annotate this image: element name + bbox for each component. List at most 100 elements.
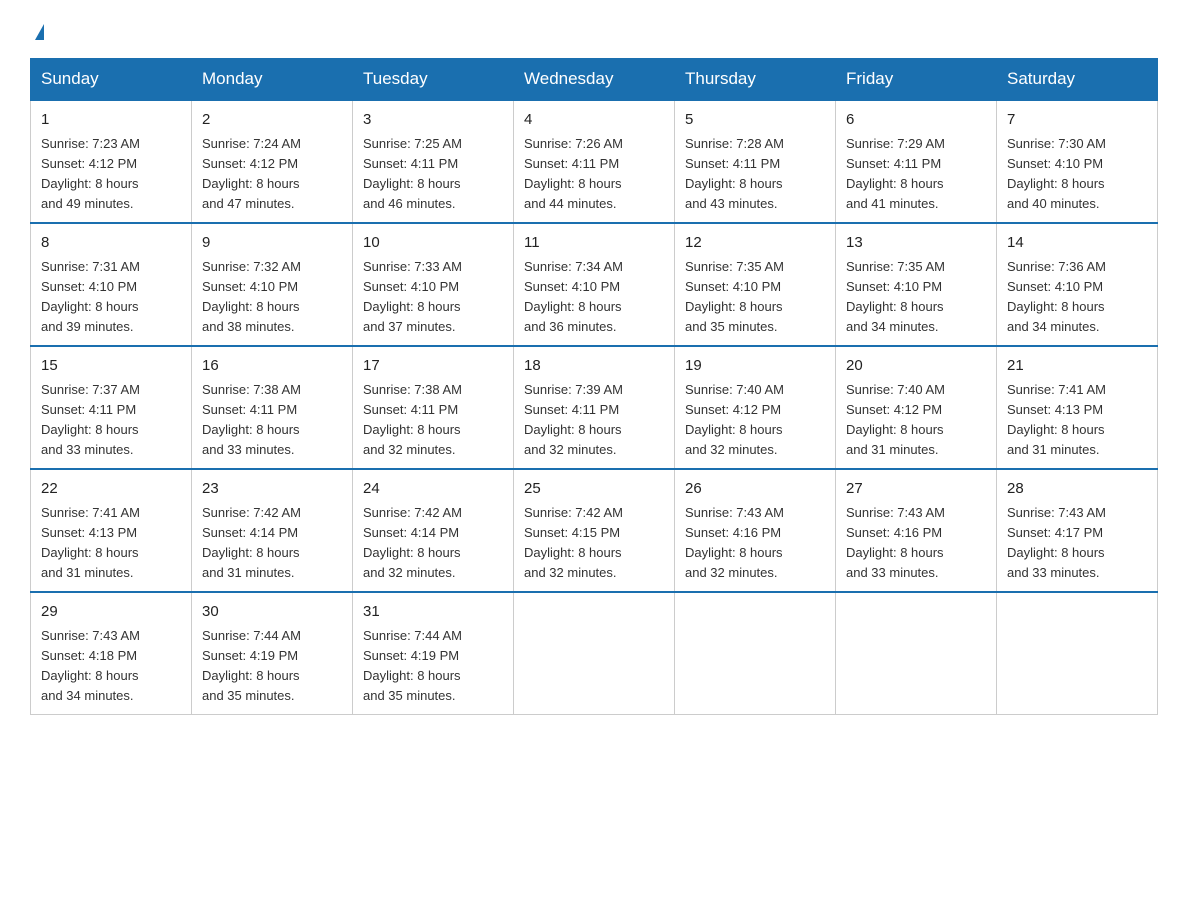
calendar-cell [514,592,675,715]
calendar-cell [997,592,1158,715]
day-info: Sunrise: 7:24 AMSunset: 4:12 PMDaylight:… [202,134,342,215]
day-info: Sunrise: 7:42 AMSunset: 4:15 PMDaylight:… [524,503,664,584]
day-info: Sunrise: 7:36 AMSunset: 4:10 PMDaylight:… [1007,257,1147,338]
calendar-cell: 26Sunrise: 7:43 AMSunset: 4:16 PMDayligh… [675,469,836,592]
calendar-cell: 29Sunrise: 7:43 AMSunset: 4:18 PMDayligh… [31,592,192,715]
day-info: Sunrise: 7:35 AMSunset: 4:10 PMDaylight:… [685,257,825,338]
day-number: 8 [41,232,181,255]
page-header [30,20,1158,40]
calendar-cell: 2Sunrise: 7:24 AMSunset: 4:12 PMDaylight… [192,100,353,223]
calendar-week-row: 15Sunrise: 7:37 AMSunset: 4:11 PMDayligh… [31,346,1158,469]
weekday-header-saturday: Saturday [997,59,1158,101]
weekday-header-tuesday: Tuesday [353,59,514,101]
day-info: Sunrise: 7:40 AMSunset: 4:12 PMDaylight:… [685,380,825,461]
calendar-cell: 1Sunrise: 7:23 AMSunset: 4:12 PMDaylight… [31,100,192,223]
calendar-cell: 23Sunrise: 7:42 AMSunset: 4:14 PMDayligh… [192,469,353,592]
day-info: Sunrise: 7:29 AMSunset: 4:11 PMDaylight:… [846,134,986,215]
calendar-cell: 25Sunrise: 7:42 AMSunset: 4:15 PMDayligh… [514,469,675,592]
calendar-cell: 27Sunrise: 7:43 AMSunset: 4:16 PMDayligh… [836,469,997,592]
day-number: 13 [846,232,986,255]
day-info: Sunrise: 7:25 AMSunset: 4:11 PMDaylight:… [363,134,503,215]
day-number: 12 [685,232,825,255]
calendar-cell: 13Sunrise: 7:35 AMSunset: 4:10 PMDayligh… [836,223,997,346]
calendar-cell: 28Sunrise: 7:43 AMSunset: 4:17 PMDayligh… [997,469,1158,592]
day-number: 23 [202,478,342,501]
day-info: Sunrise: 7:42 AMSunset: 4:14 PMDaylight:… [202,503,342,584]
day-info: Sunrise: 7:34 AMSunset: 4:10 PMDaylight:… [524,257,664,338]
calendar-cell: 4Sunrise: 7:26 AMSunset: 4:11 PMDaylight… [514,100,675,223]
calendar-cell: 18Sunrise: 7:39 AMSunset: 4:11 PMDayligh… [514,346,675,469]
calendar-cell: 24Sunrise: 7:42 AMSunset: 4:14 PMDayligh… [353,469,514,592]
day-number: 31 [363,601,503,624]
day-number: 22 [41,478,181,501]
weekday-header-friday: Friday [836,59,997,101]
day-info: Sunrise: 7:28 AMSunset: 4:11 PMDaylight:… [685,134,825,215]
day-number: 21 [1007,355,1147,378]
calendar-week-row: 22Sunrise: 7:41 AMSunset: 4:13 PMDayligh… [31,469,1158,592]
day-info: Sunrise: 7:30 AMSunset: 4:10 PMDaylight:… [1007,134,1147,215]
day-number: 18 [524,355,664,378]
day-number: 29 [41,601,181,624]
weekday-header-sunday: Sunday [31,59,192,101]
calendar-week-row: 8Sunrise: 7:31 AMSunset: 4:10 PMDaylight… [31,223,1158,346]
day-number: 27 [846,478,986,501]
weekday-header-thursday: Thursday [675,59,836,101]
calendar-cell: 12Sunrise: 7:35 AMSunset: 4:10 PMDayligh… [675,223,836,346]
calendar-cell: 16Sunrise: 7:38 AMSunset: 4:11 PMDayligh… [192,346,353,469]
day-number: 28 [1007,478,1147,501]
day-info: Sunrise: 7:40 AMSunset: 4:12 PMDaylight:… [846,380,986,461]
calendar-cell: 11Sunrise: 7:34 AMSunset: 4:10 PMDayligh… [514,223,675,346]
day-number: 24 [363,478,503,501]
calendar-cell: 19Sunrise: 7:40 AMSunset: 4:12 PMDayligh… [675,346,836,469]
day-info: Sunrise: 7:41 AMSunset: 4:13 PMDaylight:… [41,503,181,584]
day-info: Sunrise: 7:38 AMSunset: 4:11 PMDaylight:… [363,380,503,461]
calendar-cell: 22Sunrise: 7:41 AMSunset: 4:13 PMDayligh… [31,469,192,592]
day-info: Sunrise: 7:43 AMSunset: 4:17 PMDaylight:… [1007,503,1147,584]
calendar-cell: 15Sunrise: 7:37 AMSunset: 4:11 PMDayligh… [31,346,192,469]
day-info: Sunrise: 7:26 AMSunset: 4:11 PMDaylight:… [524,134,664,215]
day-number: 19 [685,355,825,378]
day-number: 14 [1007,232,1147,255]
day-info: Sunrise: 7:42 AMSunset: 4:14 PMDaylight:… [363,503,503,584]
day-number: 1 [41,109,181,132]
calendar-cell: 21Sunrise: 7:41 AMSunset: 4:13 PMDayligh… [997,346,1158,469]
day-info: Sunrise: 7:31 AMSunset: 4:10 PMDaylight:… [41,257,181,338]
day-info: Sunrise: 7:41 AMSunset: 4:13 PMDaylight:… [1007,380,1147,461]
day-number: 5 [685,109,825,132]
calendar-cell: 3Sunrise: 7:25 AMSunset: 4:11 PMDaylight… [353,100,514,223]
logo [30,20,44,40]
day-info: Sunrise: 7:37 AMSunset: 4:11 PMDaylight:… [41,380,181,461]
weekday-header-wednesday: Wednesday [514,59,675,101]
calendar-week-row: 1Sunrise: 7:23 AMSunset: 4:12 PMDaylight… [31,100,1158,223]
day-number: 10 [363,232,503,255]
day-number: 30 [202,601,342,624]
day-number: 7 [1007,109,1147,132]
day-number: 9 [202,232,342,255]
day-info: Sunrise: 7:39 AMSunset: 4:11 PMDaylight:… [524,380,664,461]
calendar-cell: 10Sunrise: 7:33 AMSunset: 4:10 PMDayligh… [353,223,514,346]
calendar-cell: 20Sunrise: 7:40 AMSunset: 4:12 PMDayligh… [836,346,997,469]
calendar-table: SundayMondayTuesdayWednesdayThursdayFrid… [30,58,1158,715]
calendar-cell: 8Sunrise: 7:31 AMSunset: 4:10 PMDaylight… [31,223,192,346]
calendar-week-row: 29Sunrise: 7:43 AMSunset: 4:18 PMDayligh… [31,592,1158,715]
calendar-cell: 14Sunrise: 7:36 AMSunset: 4:10 PMDayligh… [997,223,1158,346]
calendar-cell: 6Sunrise: 7:29 AMSunset: 4:11 PMDaylight… [836,100,997,223]
day-info: Sunrise: 7:38 AMSunset: 4:11 PMDaylight:… [202,380,342,461]
calendar-cell [675,592,836,715]
calendar-cell: 31Sunrise: 7:44 AMSunset: 4:19 PMDayligh… [353,592,514,715]
day-number: 4 [524,109,664,132]
day-number: 2 [202,109,342,132]
day-info: Sunrise: 7:43 AMSunset: 4:16 PMDaylight:… [685,503,825,584]
day-info: Sunrise: 7:23 AMSunset: 4:12 PMDaylight:… [41,134,181,215]
weekday-header-row: SundayMondayTuesdayWednesdayThursdayFrid… [31,59,1158,101]
day-info: Sunrise: 7:44 AMSunset: 4:19 PMDaylight:… [202,626,342,707]
day-info: Sunrise: 7:33 AMSunset: 4:10 PMDaylight:… [363,257,503,338]
day-info: Sunrise: 7:32 AMSunset: 4:10 PMDaylight:… [202,257,342,338]
day-number: 3 [363,109,503,132]
day-number: 17 [363,355,503,378]
day-info: Sunrise: 7:43 AMSunset: 4:16 PMDaylight:… [846,503,986,584]
calendar-cell: 17Sunrise: 7:38 AMSunset: 4:11 PMDayligh… [353,346,514,469]
day-number: 26 [685,478,825,501]
day-info: Sunrise: 7:35 AMSunset: 4:10 PMDaylight:… [846,257,986,338]
calendar-cell: 9Sunrise: 7:32 AMSunset: 4:10 PMDaylight… [192,223,353,346]
